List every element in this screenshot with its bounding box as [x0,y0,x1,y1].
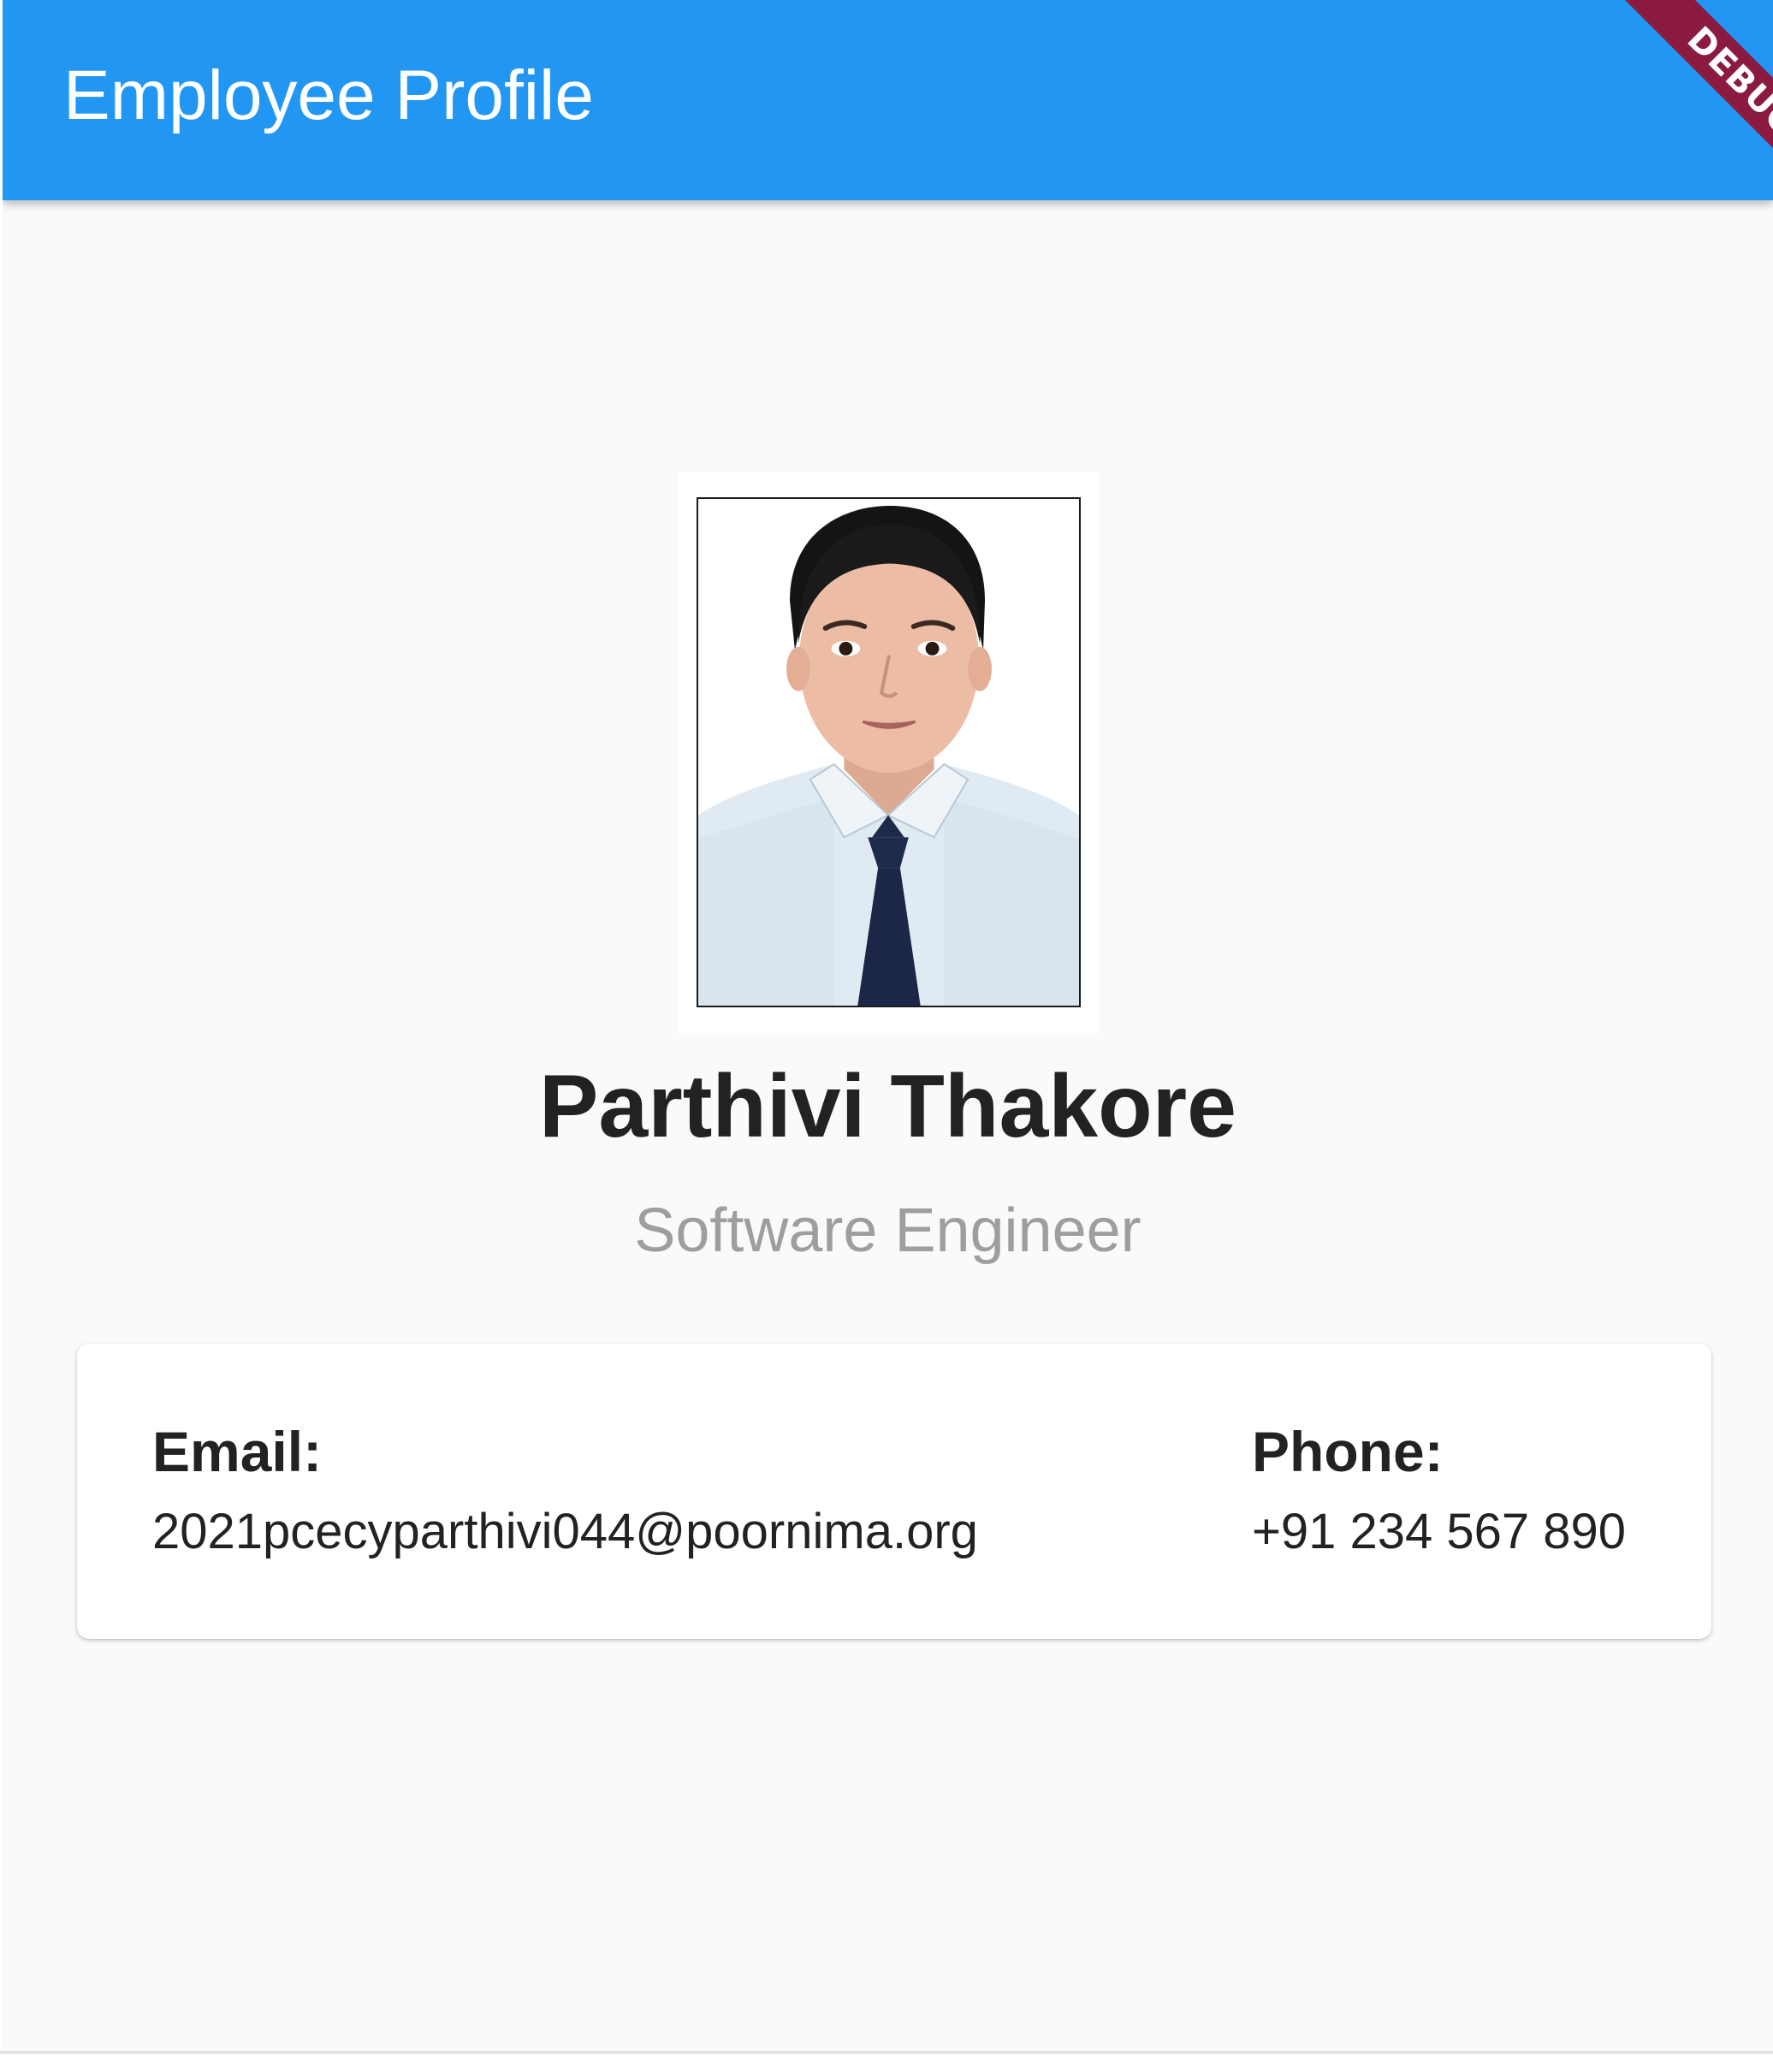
employee-name: Parthivi Thakore [539,1057,1236,1156]
email-value[interactable]: 2021pcecyparthivi044@poornima.org [152,1501,978,1563]
email-label: Email: [152,1420,323,1483]
profile-photo [697,497,1081,1007]
app-bar-title: Employee Profile [63,56,594,134]
app-screen: Employee Profile DEBUG Parthivi Thakore … [3,0,1773,2051]
contact-card: Email: 2021pcecyparthivi044@poornima.org… [77,1344,1711,1639]
phone-value[interactable]: +91 234 567 890 [1252,1501,1626,1563]
bottom-divider [0,2051,1773,2054]
employee-job-title: Software Engineer [634,1196,1141,1265]
app-bar: Employee Profile [3,0,1773,200]
phone-label: Phone: [1252,1420,1444,1483]
profile-photo-frame [678,472,1100,1033]
person-portrait-icon [698,499,1079,1006]
